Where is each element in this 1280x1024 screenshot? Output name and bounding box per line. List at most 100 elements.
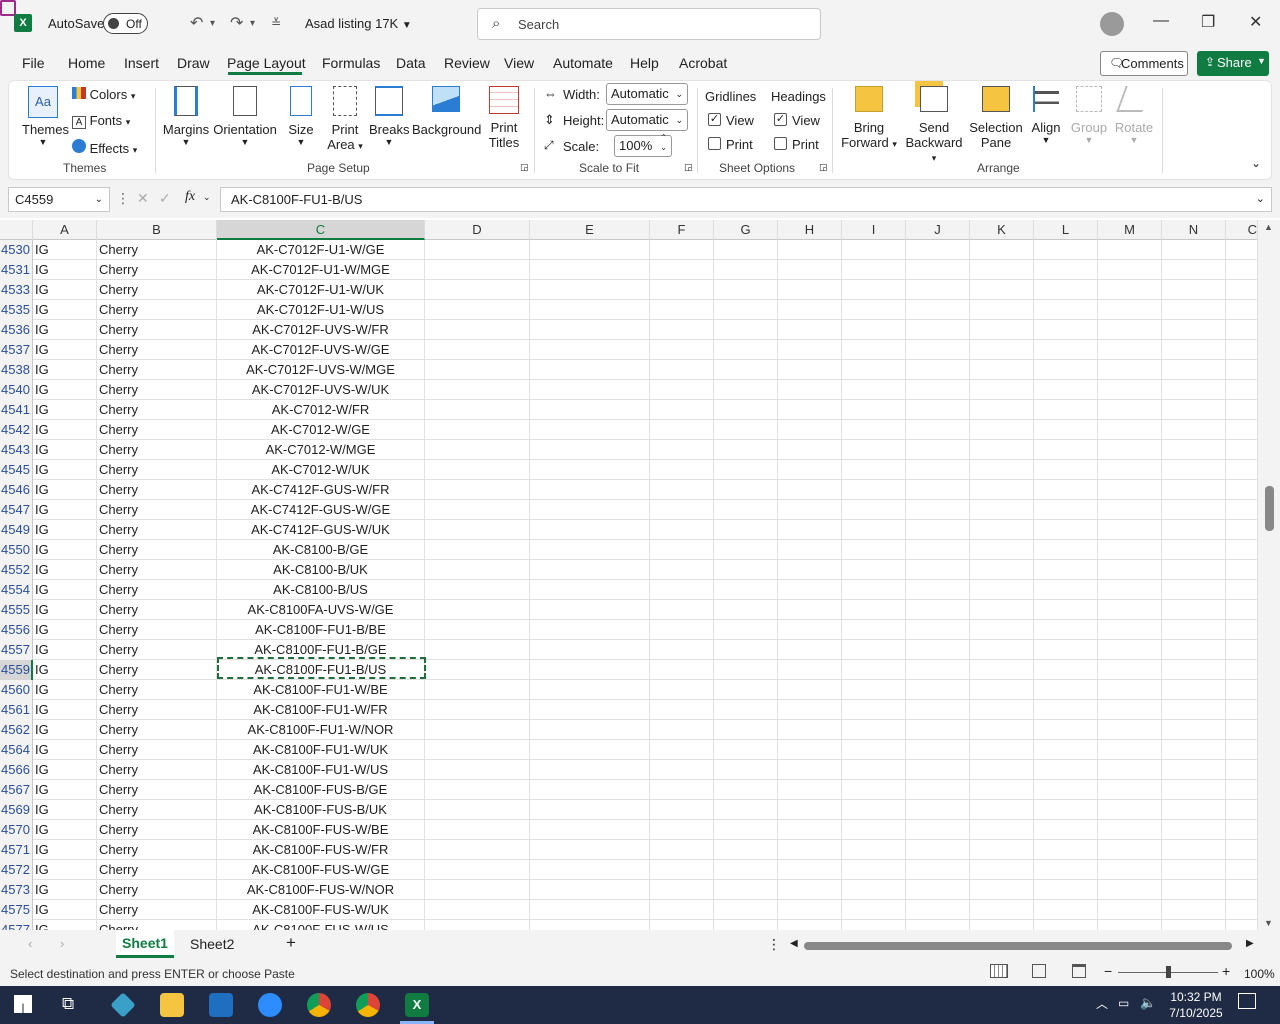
headings-print-checkbox[interactable] (774, 137, 787, 150)
empty-cell[interactable] (778, 920, 842, 930)
page-layout-view-icon[interactable] (1032, 964, 1046, 978)
empty-cell[interactable] (1034, 720, 1098, 740)
colors-button[interactable]: Colors ▾ (72, 87, 135, 102)
empty-cell[interactable] (1098, 840, 1162, 860)
empty-cell[interactable] (425, 660, 530, 680)
empty-cell[interactable] (425, 740, 530, 760)
empty-cell[interactable] (1098, 740, 1162, 760)
cell-c[interactable]: AK-C8100F-FUS-W/UK (217, 900, 425, 920)
empty-cell[interactable] (1162, 400, 1226, 420)
row-header[interactable]: 4550 (0, 540, 33, 560)
empty-cell[interactable] (650, 760, 714, 780)
empty-cell[interactable] (906, 460, 970, 480)
chrome-profile-icon[interactable] (356, 993, 380, 1017)
empty-cell[interactable] (778, 580, 842, 600)
empty-cell[interactable] (1034, 740, 1098, 760)
empty-cell[interactable] (1098, 420, 1162, 440)
empty-cell[interactable] (1098, 640, 1162, 660)
cell-b[interactable]: Cherry (97, 900, 217, 920)
empty-cell[interactable] (970, 880, 1034, 900)
row-header[interactable]: 4554 (0, 580, 33, 600)
empty-cell[interactable] (530, 360, 650, 380)
empty-cell[interactable] (650, 360, 714, 380)
excel-taskbar-icon[interactable]: X (405, 993, 429, 1017)
empty-cell[interactable] (714, 440, 778, 460)
empty-cell[interactable] (1098, 560, 1162, 580)
empty-cell[interactable] (1162, 660, 1226, 680)
empty-cell[interactable] (778, 380, 842, 400)
empty-cell[interactable] (1098, 900, 1162, 920)
empty-cell[interactable] (714, 780, 778, 800)
cell-b[interactable]: Cherry (97, 240, 217, 260)
empty-cell[interactable] (650, 640, 714, 660)
empty-cell[interactable] (650, 580, 714, 600)
empty-cell[interactable] (530, 520, 650, 540)
row-header[interactable]: 4570 (0, 820, 33, 840)
empty-cell[interactable] (530, 440, 650, 460)
cell-b[interactable]: Cherry (97, 380, 217, 400)
empty-cell[interactable] (1034, 600, 1098, 620)
empty-cell[interactable] (1034, 540, 1098, 560)
cell-b[interactable]: Cherry (97, 700, 217, 720)
empty-cell[interactable] (778, 520, 842, 540)
empty-cell[interactable] (425, 520, 530, 540)
undo-dropdown-icon[interactable]: ▾ (210, 18, 215, 29)
empty-cell[interactable] (1226, 560, 1258, 580)
cell-a[interactable]: IG (33, 780, 97, 800)
column-header-f[interactable]: F (650, 220, 714, 240)
tab-automate[interactable]: Automate (553, 55, 613, 71)
empty-cell[interactable] (425, 340, 530, 360)
cell-a[interactable]: IG (33, 520, 97, 540)
background-button[interactable]: Background (412, 86, 481, 137)
empty-cell[interactable] (778, 540, 842, 560)
cell-b[interactable]: Cherry (97, 920, 217, 930)
empty-cell[interactable] (714, 640, 778, 660)
empty-cell[interactable] (530, 320, 650, 340)
empty-cell[interactable] (970, 800, 1034, 820)
empty-cell[interactable] (1226, 880, 1258, 900)
row-header[interactable]: 4557 (0, 640, 33, 660)
row-header[interactable]: 4572 (0, 860, 33, 880)
empty-cell[interactable] (1162, 520, 1226, 540)
empty-cell[interactable] (906, 780, 970, 800)
column-header-g[interactable]: G (714, 220, 778, 240)
empty-cell[interactable] (714, 680, 778, 700)
empty-cell[interactable] (778, 320, 842, 340)
empty-cell[interactable] (906, 520, 970, 540)
empty-cell[interactable] (970, 600, 1034, 620)
dialog-launcher-icon[interactable]: ◲ (684, 162, 693, 173)
tab-draw[interactable]: Draw (177, 55, 210, 71)
empty-cell[interactable] (425, 300, 530, 320)
empty-cell[interactable] (530, 720, 650, 740)
autosave-toggle[interactable]: Off (103, 13, 148, 34)
empty-cell[interactable] (1098, 480, 1162, 500)
empty-cell[interactable] (1226, 860, 1258, 880)
cell-b[interactable]: Cherry (97, 640, 217, 660)
print-area-button[interactable]: Print Area ▾ (324, 86, 366, 153)
cell-b[interactable]: Cherry (97, 300, 217, 320)
row-header[interactable]: 4545 (0, 460, 33, 480)
empty-cell[interactable] (714, 360, 778, 380)
zoom-app-icon[interactable] (258, 993, 282, 1017)
empty-cell[interactable] (530, 840, 650, 860)
empty-cell[interactable] (842, 580, 906, 600)
empty-cell[interactable] (425, 700, 530, 720)
empty-cell[interactable] (1098, 660, 1162, 680)
cell-a[interactable]: IG (33, 420, 97, 440)
empty-cell[interactable] (778, 840, 842, 860)
empty-cell[interactable] (1098, 880, 1162, 900)
empty-cell[interactable] (1034, 840, 1098, 860)
empty-cell[interactable] (842, 500, 906, 520)
row-header[interactable]: 4549 (0, 520, 33, 540)
empty-cell[interactable] (970, 860, 1034, 880)
width-dropdown[interactable]: Automatic ⌄ (606, 83, 688, 105)
empty-cell[interactable] (842, 760, 906, 780)
empty-cell[interactable] (1098, 820, 1162, 840)
empty-cell[interactable] (842, 780, 906, 800)
restore-icon[interactable]: ❐ (1201, 12, 1215, 32)
dialog-launcher-icon[interactable]: ◲ (520, 162, 529, 173)
network-icon[interactable]: ▭ (1118, 996, 1129, 1010)
cell-a[interactable]: IG (33, 300, 97, 320)
sheet-tab-sheet2[interactable]: Sheet2 (190, 936, 234, 952)
empty-cell[interactable] (1226, 360, 1258, 380)
